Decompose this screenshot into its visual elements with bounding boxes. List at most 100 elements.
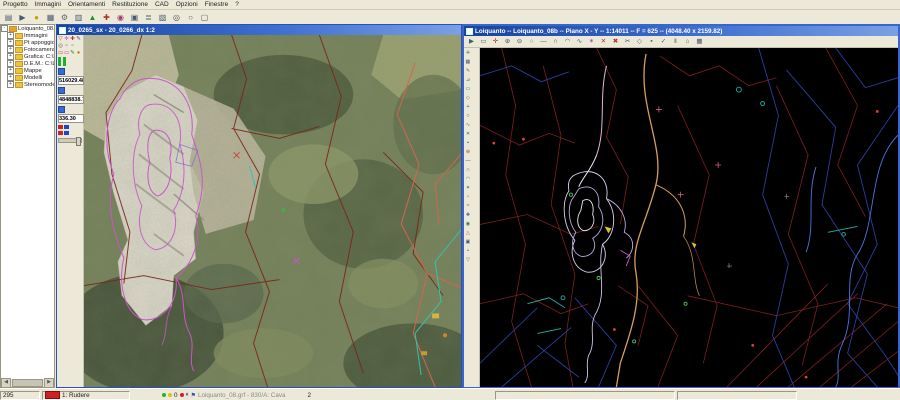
zoom-in-icon[interactable]: ⊕ [502, 36, 513, 47]
zoom-window-icon[interactable]: ▭ [478, 36, 489, 47]
parallax-slider[interactable] [58, 138, 82, 143]
draw-tool-icon[interactable]: ⊕ [464, 148, 472, 157]
report-icon[interactable]: ▧ [156, 11, 169, 24]
draw-tool-icon[interactable]: ▭ [464, 85, 472, 94]
move-point-icon[interactable]: ✛ [64, 36, 69, 42]
add-point-icon[interactable]: ✚ [70, 36, 75, 42]
draw-tool-icon[interactable]: ▦ [464, 58, 472, 67]
camera-icon[interactable]: ◎ [170, 11, 183, 24]
tree-item-immagini[interactable]: + Immagini [1, 32, 54, 39]
tree-item-stereomodello[interactable]: + Stereomodello corrente [1, 81, 54, 88]
scroll-left-icon[interactable]: ◀ [1, 378, 11, 388]
point-icon[interactable]: ◉ [114, 11, 127, 24]
menu-opzioni[interactable]: Opzioni [176, 0, 198, 9]
erase-icon[interactable]: ✖ [610, 36, 621, 47]
delete-icon[interactable]: ✕ [598, 36, 609, 47]
scroll-right-icon[interactable]: ▶ [44, 378, 54, 388]
draw-tool-icon[interactable]: △ [464, 229, 472, 238]
zoom-bars-icon[interactable] [58, 57, 69, 66]
expand-icon[interactable]: + [7, 46, 14, 53]
draw-tool-icon[interactable]: ○ [464, 112, 472, 121]
draw-tool-icon[interactable]: — [464, 157, 472, 166]
origin-icon[interactable]: ⌂ [682, 36, 693, 47]
menu-finestre[interactable]: Finestre [205, 0, 228, 9]
zoom-out-icon[interactable]: ⊖ [514, 36, 525, 47]
tree-item-fotocamera[interactable]: + Fotocamera: C:\Lavori\Di [1, 46, 54, 53]
draw-tool-icon[interactable]: ◇ [464, 94, 472, 103]
curve-tool-icon[interactable]: ◠ [562, 36, 573, 47]
draw-tool-icon[interactable]: ▫ [464, 193, 472, 202]
draw-tool-icon[interactable]: ∿ [464, 121, 472, 130]
tree-item-pt-appoggio[interactable]: + Pt appoggio: C:\Lavori\Di [1, 39, 54, 46]
expand-icon[interactable]: + [7, 74, 14, 81]
triangle-icon[interactable]: ▲ [86, 11, 99, 24]
slider-handle[interactable] [76, 137, 81, 146]
draw-tool-icon[interactable]: ✎ [70, 50, 75, 56]
draw-tool-icon[interactable]: + [464, 103, 472, 112]
expand-icon[interactable]: + [7, 32, 14, 39]
expand-icon[interactable]: + [7, 60, 14, 67]
delete-point-icon[interactable]: ▽ [58, 36, 63, 42]
tree-item-dem[interactable]: + D.E.M.: C:\Lavori Digitali [1, 60, 54, 67]
tree-horizontal-scrollbar[interactable]: ◀ ▶ [1, 379, 54, 387]
info-icon[interactable]: ● [30, 11, 43, 24]
menu-restituzione[interactable]: Restituzione [112, 0, 148, 9]
trim-icon[interactable]: ✂ [622, 36, 633, 47]
window-icon[interactable]: ▢ [198, 11, 211, 24]
menu-help[interactable]: ? [235, 0, 239, 9]
menu-immagini[interactable]: Immagini [35, 0, 61, 9]
arc-tool-icon[interactable]: ∩ [550, 36, 561, 47]
photo-window-titlebar[interactable]: 20_0265_sx - 20_0266_dx 1:2 [57, 25, 461, 35]
parallel-tool-icon[interactable]: ‖ [670, 36, 681, 47]
aerial-photo-canvas[interactable] [84, 35, 461, 387]
draw-tool-icon[interactable]: ✛ [464, 49, 472, 58]
circle-tool-icon[interactable]: ○ [526, 36, 537, 47]
magenta-rect-tool-icon[interactable]: ▭ [64, 50, 69, 56]
view-icon[interactable]: ◎ [58, 43, 63, 49]
draw-tool-icon[interactable]: • [464, 247, 472, 256]
draw-tool-icon[interactable]: ≈ [464, 202, 472, 211]
search-icon[interactable]: ○ [184, 11, 197, 24]
pointer-icon[interactable]: ▶ [16, 11, 29, 24]
menu-orientamenti[interactable]: Orientamenti [68, 0, 105, 9]
spline-tool-icon[interactable]: ∿ [574, 36, 585, 47]
menu-progetto[interactable]: Progetto [3, 0, 28, 9]
draw-tool-icon[interactable]: ✶ [464, 184, 472, 193]
draw-tool-icon[interactable]: ✕ [464, 130, 472, 139]
marker-tool-icon[interactable]: ● [76, 50, 81, 56]
z-coordinate-field[interactable] [58, 114, 84, 123]
verify-icon[interactable]: ✓ [658, 36, 669, 47]
expand-icon[interactable]: + [7, 67, 14, 74]
box-b-icon[interactable]: ▫ [70, 43, 75, 49]
draw-tool-icon[interactable]: ◠ [464, 175, 472, 184]
node-tool-icon[interactable]: ▪ [646, 36, 657, 47]
expand-icon[interactable]: + [7, 81, 14, 88]
collapse-icon[interactable]: - [1, 25, 8, 32]
draw-tool-icon[interactable]: ∩ [464, 166, 472, 175]
scroll-thumb[interactable] [12, 379, 43, 387]
expand-icon[interactable]: + [7, 39, 14, 46]
project-icon[interactable]: ▤ [2, 11, 15, 24]
columns-icon[interactable]: ▥ [72, 11, 85, 24]
tree-item-modelli[interactable]: + Modelli [1, 74, 54, 81]
cad-window-titlebar[interactable]: Loiquanto -- Loiquanto_08b -- Piano X - … [464, 26, 898, 36]
point-tool-icon[interactable]: ✶ [586, 36, 597, 47]
x-coordinate-field[interactable] [58, 76, 84, 85]
y-coordinate-field[interactable] [58, 95, 84, 104]
draw-tool-icon[interactable]: ▪ [464, 139, 472, 148]
crosshair-icon[interactable]: ✚ [100, 11, 113, 24]
settings-icon[interactable]: ⚙ [58, 11, 71, 24]
tree-item-mappe[interactable]: + Mappe [1, 67, 54, 74]
stereo-pair-icon[interactable]: ▣ [128, 11, 141, 24]
active-layer-cell[interactable]: 1: Rudere [42, 391, 130, 400]
draw-tool-icon[interactable]: ⊿ [464, 76, 472, 85]
draw-tool-icon[interactable]: ✚ [464, 211, 472, 220]
pan-icon[interactable]: ✛ [490, 36, 501, 47]
grid-icon[interactable]: ▦ [44, 11, 57, 24]
box-a-icon[interactable]: ▫ [64, 43, 69, 49]
tree-root[interactable]: - Loiquanto_08.prj [1, 25, 54, 32]
expand-icon[interactable]: + [7, 53, 14, 60]
draw-tool-icon[interactable]: ▽ [464, 256, 472, 265]
snap-grid-icon[interactable]: ▦ [694, 36, 705, 47]
rhombus-tool-icon[interactable]: ◇ [634, 36, 645, 47]
